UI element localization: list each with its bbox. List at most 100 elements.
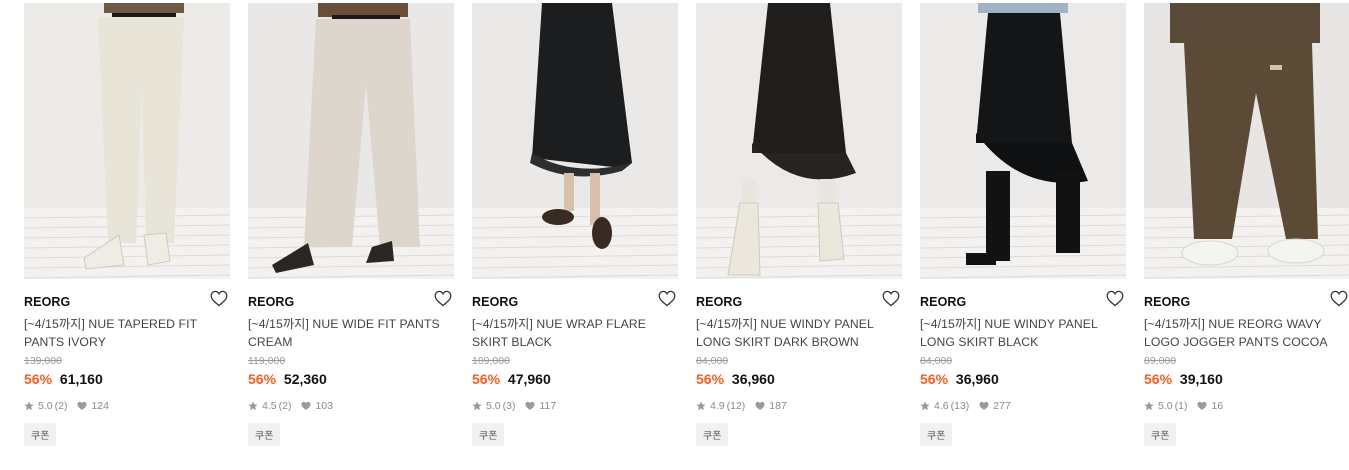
product-brand[interactable]: REORG [1144, 295, 1190, 309]
heart-icon[interactable] [1330, 290, 1348, 307]
sale-price: 52,360 [283, 371, 327, 387]
product-meta: 5.0 (1) 16 [1144, 399, 1349, 413]
likes: 187 [755, 400, 787, 412]
product-image[interactable] [24, 3, 230, 279]
product-card[interactable]: REORG [~4/15까지] NUE WINDY PANEL LONG SKI… [920, 3, 1126, 446]
product-grid: REORG [~4/15까지] NUE TAPERED FIT PANTS IV… [0, 0, 1349, 470]
product-brand[interactable]: REORG [920, 295, 966, 309]
discount-rate: 56% [696, 371, 725, 387]
likes: 103 [301, 400, 333, 412]
likes: 16 [1197, 400, 1223, 412]
sale-price: 36,960 [955, 371, 999, 387]
price-row: 56% 52,360 [248, 371, 454, 391]
likes-count: 103 [315, 400, 333, 412]
star-icon [248, 401, 258, 411]
star-icon [472, 401, 482, 411]
product-name[interactable]: [~4/15까지] NUE WINDY PANEL LONG SKIRT DAR… [696, 315, 902, 351]
original-price: 119,000 [248, 355, 286, 367]
likes: 117 [525, 400, 556, 412]
heart-filled-icon [525, 401, 535, 410]
heart-filled-icon [77, 401, 87, 410]
product-meta: 5.0 (2) 124 [24, 399, 230, 413]
likes: 124 [77, 400, 109, 412]
product-card[interactable]: REORG [~4/15까지] NUE REORG WAVY LOGO JOGG… [1144, 3, 1349, 446]
product-name[interactable]: [~4/15까지] NUE WIDE FIT PANTS CREAM [248, 315, 454, 351]
coupon-badge: 쿠폰 [472, 423, 505, 446]
product-image[interactable] [696, 3, 902, 279]
product-image[interactable] [472, 3, 678, 279]
star-icon [1144, 401, 1154, 411]
discount-rate: 56% [472, 371, 501, 387]
review-count: (1) [1174, 400, 1188, 412]
price-row: 56% 36,960 [920, 371, 1126, 391]
rating-value: 5.0 [38, 400, 53, 412]
rating-value: 5.0 [486, 400, 501, 412]
likes-count: 277 [993, 400, 1011, 412]
heart-icon[interactable] [882, 290, 900, 307]
likes-count: 117 [539, 400, 557, 412]
coupon-badge: 쿠폰 [24, 423, 57, 446]
heart-filled-icon [301, 401, 311, 410]
star-icon [24, 401, 34, 411]
review-count: (12) [726, 400, 746, 412]
original-price: 139,000 [24, 355, 62, 367]
product-image[interactable] [920, 3, 1126, 279]
heart-icon[interactable] [210, 290, 228, 307]
discount-rate: 56% [24, 371, 53, 387]
star-icon [696, 401, 706, 411]
product-image[interactable] [1144, 3, 1349, 279]
coupon-badge: 쿠폰 [1144, 423, 1177, 446]
likes: 277 [979, 400, 1011, 412]
coupon-badge: 쿠폰 [920, 423, 953, 446]
rating-value: 4.9 [710, 400, 725, 412]
product-name[interactable]: [~4/15까지] NUE WINDY PANEL LONG SKIRT BLA… [920, 315, 1126, 351]
product-meta: 4.9 (12) 187 [696, 399, 902, 413]
heart-filled-icon [979, 401, 989, 410]
original-price: 89,000 [1144, 355, 1177, 367]
sale-price: 47,960 [507, 371, 551, 387]
price-row: 56% 39,160 [1144, 371, 1349, 391]
product-meta: 4.6 (13) 277 [920, 399, 1126, 413]
likes-count: 124 [91, 400, 109, 412]
coupon-badge: 쿠폰 [696, 423, 729, 446]
heart-icon[interactable] [658, 290, 676, 307]
sale-price: 39,160 [1179, 371, 1223, 387]
original-price: 84,000 [920, 355, 953, 367]
product-brand[interactable]: REORG [472, 295, 518, 309]
rating-value: 4.6 [934, 400, 949, 412]
original-price: 84,000 [696, 355, 729, 367]
review-count: (3) [502, 400, 516, 412]
product-brand[interactable]: REORG [696, 295, 742, 309]
product-meta: 4.5 (2) 103 [248, 399, 454, 413]
price-row: 56% 61,160 [24, 371, 230, 391]
product-name[interactable]: [~4/15까지] NUE REORG WAVY LOGO JOGGER PAN… [1144, 315, 1349, 351]
product-card[interactable]: REORG [~4/15까지] NUE WIDE FIT PANTS CREAM… [248, 3, 454, 446]
price-row: 56% 47,960 [472, 371, 678, 391]
heart-filled-icon [1197, 401, 1207, 410]
review-count: (2) [278, 400, 292, 412]
price-row: 56% 36,960 [696, 371, 902, 391]
product-card[interactable]: REORG [~4/15까지] NUE TAPERED FIT PANTS IV… [24, 3, 230, 446]
coupon-badge: 쿠폰 [248, 423, 281, 446]
product-image[interactable] [248, 3, 454, 279]
discount-rate: 56% [1144, 371, 1173, 387]
rating-value: 4.5 [262, 400, 277, 412]
product-meta: 5.0 (3) 117 [472, 399, 678, 413]
review-count: (2) [54, 400, 68, 412]
heart-icon[interactable] [1106, 290, 1124, 307]
heart-icon[interactable] [434, 290, 452, 307]
product-name[interactable]: [~4/15까지] NUE WRAP FLARE SKIRT BLACK [472, 315, 678, 351]
product-brand[interactable]: REORG [24, 295, 70, 309]
discount-rate: 56% [920, 371, 949, 387]
discount-rate: 56% [248, 371, 277, 387]
sale-price: 36,960 [731, 371, 775, 387]
product-card[interactable]: REORG [~4/15까지] NUE WINDY PANEL LONG SKI… [696, 3, 902, 446]
likes-count: 187 [769, 400, 787, 412]
original-price: 109,000 [472, 355, 510, 367]
product-card[interactable]: REORG [~4/15까지] NUE WRAP FLARE SKIRT BLA… [472, 3, 678, 446]
review-count: (13) [950, 400, 970, 412]
rating-value: 5.0 [1158, 400, 1173, 412]
star-icon [920, 401, 930, 411]
product-name[interactable]: [~4/15까지] NUE TAPERED FIT PANTS IVORY [24, 315, 230, 351]
product-brand[interactable]: REORG [248, 295, 294, 309]
